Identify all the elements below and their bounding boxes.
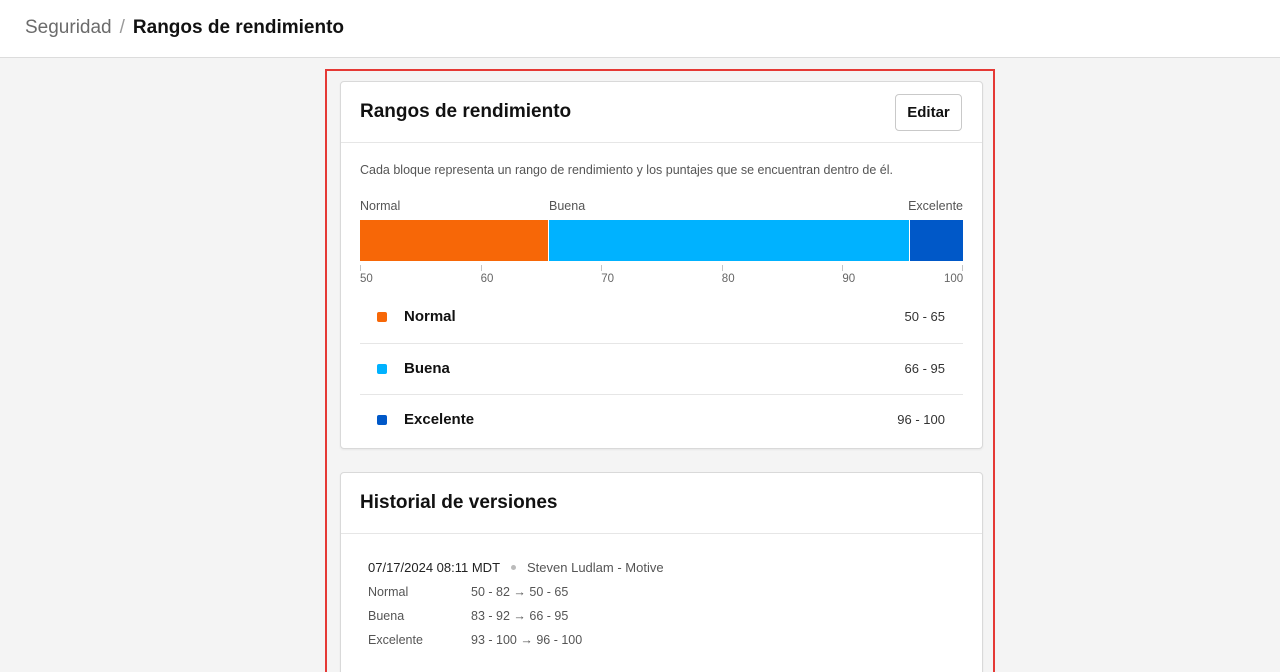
highlight-frame [325,69,995,672]
breadcrumb: Seguridad / Rangos de rendimiento [25,17,344,39]
breadcrumb-separator: / [119,17,125,38]
breadcrumb-current: Rangos de rendimiento [132,17,345,38]
breadcrumb-link-seguridad[interactable]: Seguridad [25,17,112,39]
top-bar: Seguridad / Rangos de rendimiento [0,0,1280,58]
